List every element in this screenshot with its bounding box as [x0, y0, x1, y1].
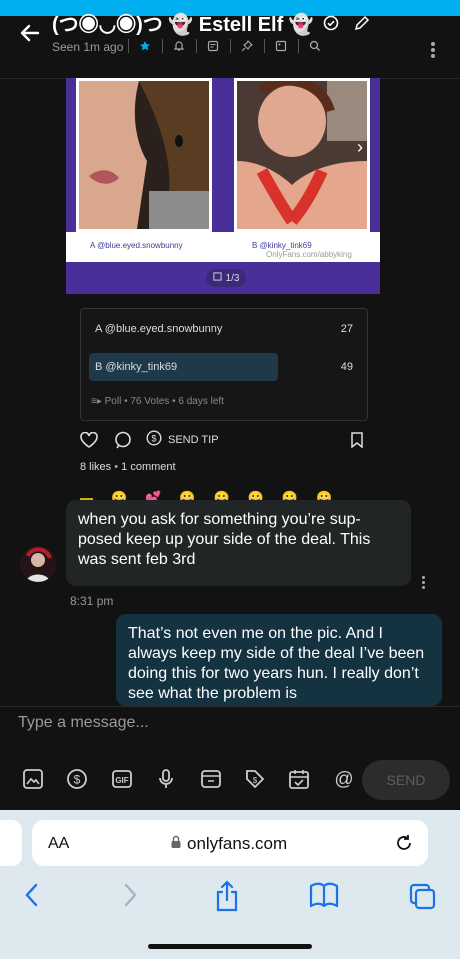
post-image-carousel[interactable]: › A @blue.eyed.snowbunny B @kinky_tink69… — [66, 78, 380, 294]
svg-text:GIF: GIF — [115, 776, 128, 785]
send-button[interactable]: SEND — [362, 760, 450, 800]
bookmarks-icon[interactable] — [308, 880, 340, 915]
microphone-icon[interactable] — [153, 766, 179, 792]
watermark-b: OnlyFans.com/abbyking — [266, 250, 352, 259]
image-counter-text: 1/3 — [225, 272, 240, 284]
incoming-message[interactable]: when you ask for something you’re sup-po… — [66, 500, 411, 586]
share-icon[interactable] — [214, 880, 240, 917]
caption-a: A @blue.eyed.snowbunny — [90, 241, 183, 250]
gallery-icon[interactable] — [274, 39, 288, 53]
home-indicator — [148, 944, 312, 949]
divider — [264, 39, 265, 53]
outgoing-message[interactable]: That’s not even me on the pic. And I alw… — [116, 614, 442, 706]
caption-b: B @kinky_tink69 — [252, 241, 312, 250]
divider — [298, 39, 299, 53]
avatar[interactable] — [20, 546, 56, 582]
calendar-icon[interactable] — [286, 766, 312, 792]
poll-option-a[interactable]: A @blue.eyed.snowbunny 27 — [89, 315, 359, 343]
price-tag-icon[interactable]: $ — [242, 766, 268, 792]
verified-icon — [323, 14, 339, 37]
previous-tab[interactable] — [0, 820, 22, 866]
vault-icon[interactable] — [198, 766, 224, 792]
more-options-icon[interactable] — [428, 40, 438, 60]
poll-card: A @blue.eyed.snowbunny 27 B @kinky_tink6… — [80, 308, 368, 421]
chat-title[interactable]: (つ◉◡◉)つ 👻 Estell Elf 👻 — [52, 8, 371, 38]
poll-option-label: A @blue.eyed.snowbunny — [95, 323, 223, 335]
back-arrow-icon[interactable] — [18, 22, 40, 47]
browser-nav — [0, 880, 460, 914]
poll-photo-a — [76, 78, 212, 232]
dollar-icon[interactable]: $ — [64, 766, 90, 792]
poll-meta: ≡▸ Poll • 76 Votes • 6 days left — [91, 396, 224, 407]
divider — [196, 39, 197, 53]
bookmark-icon[interactable] — [350, 432, 364, 453]
message-time: 8:31 pm — [70, 594, 114, 608]
image-icon[interactable] — [20, 766, 46, 792]
divider — [128, 39, 129, 53]
url-text: onlyfans.com — [187, 834, 288, 853]
forward-icon[interactable] — [120, 880, 140, 915]
send-tip-button[interactable]: $ SEND TIP — [146, 430, 219, 449]
image-counter: 1/3 — [206, 269, 246, 287]
pin-icon[interactable] — [240, 39, 254, 53]
poll-option-votes: 27 — [340, 323, 353, 335]
svg-text:@: @ — [334, 769, 353, 790]
svg-text:$: $ — [74, 773, 81, 787]
star-icon[interactable] — [138, 39, 152, 53]
image-icon — [212, 272, 222, 284]
heart-icon[interactable] — [80, 431, 98, 453]
note-icon[interactable] — [206, 39, 220, 53]
mention-icon[interactable]: @ — [331, 766, 357, 792]
chevron-right-icon[interactable]: › — [357, 137, 363, 158]
tabs-icon[interactable] — [408, 880, 436, 915]
poll-photo-b: › — [234, 78, 370, 232]
poll-option-label: B @kinky_tink69 — [95, 361, 178, 373]
svg-text:$: $ — [253, 776, 258, 785]
message-input[interactable]: Type a message... — [18, 714, 149, 732]
reader-settings-button[interactable]: AA — [48, 835, 69, 853]
back-icon[interactable] — [22, 880, 42, 915]
lock-icon — [170, 834, 182, 854]
poll-icon: ≡▸ — [91, 396, 102, 407]
gif-icon[interactable]: GIF — [109, 766, 135, 792]
post-actions: $ SEND TIP — [80, 430, 370, 450]
reload-icon[interactable] — [394, 833, 414, 858]
poll-option-b[interactable]: B @kinky_tink69 49 — [89, 353, 359, 381]
poll-option-votes: 49 — [340, 361, 353, 373]
comments-count[interactable]: 1 comment — [121, 461, 175, 473]
url-display[interactable]: onlyfans.com — [170, 834, 287, 854]
bell-icon[interactable] — [172, 39, 186, 53]
header-icon-row — [128, 38, 332, 54]
dollar-icon: $ — [146, 430, 162, 449]
likes-comments: 8 likes • 1 comment — [80, 461, 176, 473]
divider — [162, 39, 163, 53]
contact-name: (つ◉◡◉)つ 👻 Estell Elf 👻 — [52, 14, 314, 36]
search-icon[interactable] — [308, 39, 322, 53]
message-options-icon[interactable] — [422, 574, 425, 591]
svg-text:$: $ — [151, 434, 156, 444]
comment-icon[interactable] — [114, 431, 132, 454]
likes-count[interactable]: 8 likes — [80, 461, 111, 473]
divider — [230, 39, 231, 53]
last-seen: Seen 1m ago — [52, 40, 124, 54]
composer-toolbar: $ GIF $ @ — [20, 766, 375, 792]
edit-pencil-icon[interactable] — [353, 14, 371, 38]
